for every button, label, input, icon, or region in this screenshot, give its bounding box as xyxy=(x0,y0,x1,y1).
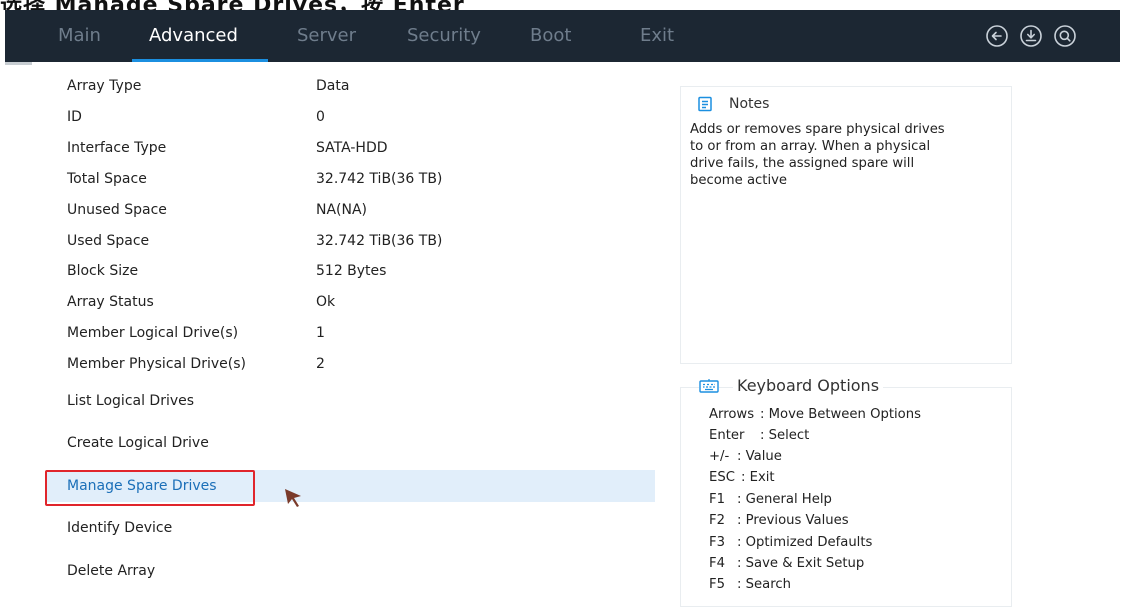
keyboard-option-desc: : Previous Values xyxy=(737,513,849,528)
action-delete-array[interactable]: Delete Array xyxy=(67,560,155,582)
keyboard-option-desc: : Move Between Options xyxy=(760,407,921,422)
scroll-indicator xyxy=(5,62,32,65)
keyboard-option-key: ESC xyxy=(709,470,735,485)
keyboard-option: ESC : Exit xyxy=(709,469,775,487)
keyboard-option-key: F1 xyxy=(709,492,725,507)
value-block-size: 512 Bytes xyxy=(316,263,387,279)
notes-line: become active xyxy=(690,173,788,188)
value-member-logical-drives: 1 xyxy=(316,325,325,341)
keyboard-option: Enter : Select xyxy=(709,427,809,445)
notes-body: Adds or removes spare physical drives to… xyxy=(690,121,990,189)
annotation-highlight-box xyxy=(45,470,255,506)
keyboard-option: F3 : Optimized Defaults xyxy=(709,534,872,552)
label-interface-type: Interface Type xyxy=(67,140,167,156)
label-member-physical-drives: Member Physical Drive(s) xyxy=(67,356,246,372)
label-used-space: Used Space xyxy=(67,233,150,249)
label-total-space: Total Space xyxy=(67,171,147,187)
tab-advanced[interactable]: Advanced xyxy=(149,10,238,62)
active-tab-underline xyxy=(132,59,268,62)
keyboard-option-key: F3 xyxy=(709,535,725,550)
keyboard-option-desc: : Select xyxy=(760,428,810,443)
label-member-logical-drives: Member Logical Drive(s) xyxy=(67,325,239,341)
notes-line: drive fails, the assigned spare will xyxy=(690,156,915,171)
keyboard-option-key: Arrows xyxy=(709,407,755,422)
value-id: 0 xyxy=(316,109,325,125)
label-array-type: Array Type xyxy=(67,78,142,94)
action-create-logical-drive[interactable]: Create Logical Drive xyxy=(67,432,209,454)
tab-main[interactable]: Main xyxy=(58,10,101,62)
clipped-caption-strip: 选择 Manage Spare Drives，按 Enter xyxy=(0,0,1132,10)
label-block-size: Block Size xyxy=(67,263,139,279)
keyboard-option-desc: : General Help xyxy=(737,492,832,507)
tab-exit[interactable]: Exit xyxy=(640,10,674,62)
value-total-space: 32.742 TiB(36 TB) xyxy=(316,171,443,187)
keyboard-option-desc: : Optimized Defaults xyxy=(737,535,873,550)
value-unused-space: NA(NA) xyxy=(316,202,368,218)
download-icon[interactable] xyxy=(1019,24,1043,48)
keyboard-option: F1 : General Help xyxy=(709,491,832,509)
keyboard-option-key: F5 xyxy=(709,577,725,592)
keyboard-option: F2 : Previous Values xyxy=(709,512,849,530)
keyboard-option-key: F4 xyxy=(709,556,725,571)
keyboard-option: F5 : Search xyxy=(709,576,791,594)
menu-bar: Main Advanced Server Security Boot Exit xyxy=(5,10,1120,62)
search-icon[interactable] xyxy=(1053,24,1077,48)
label-id: ID xyxy=(67,109,82,125)
action-identify-device[interactable]: Identify Device xyxy=(67,517,172,539)
keyboard-option-desc: : Search xyxy=(737,577,791,592)
notes-title: Notes xyxy=(729,96,770,112)
keyboard-option-desc: : Save & Exit Setup xyxy=(737,556,865,571)
keyboard-option: F4 : Save & Exit Setup xyxy=(709,555,864,573)
keyboard-options-panel: Keyboard Options Arrows : Move Between O… xyxy=(680,375,1012,607)
clipped-caption: 选择 Manage Spare Drives，按 Enter xyxy=(0,0,465,10)
keyboard-option: Arrows : Move Between Options xyxy=(709,406,921,424)
label-unused-space: Unused Space xyxy=(67,202,167,218)
value-interface-type: SATA-HDD xyxy=(316,140,388,156)
value-used-space: 32.742 TiB(36 TB) xyxy=(316,233,443,249)
value-array-status: Ok xyxy=(316,294,336,310)
keyboard-option-key: +/- xyxy=(709,449,730,464)
keyboard-icon xyxy=(699,378,719,394)
mouse-pointer-icon xyxy=(283,487,305,509)
keyboard-option-key: Enter xyxy=(709,428,745,443)
tab-security[interactable]: Security xyxy=(407,10,481,62)
notes-icon xyxy=(697,96,713,112)
tab-server[interactable]: Server xyxy=(297,10,356,62)
keyboard-option-desc: : Value xyxy=(737,449,782,464)
keyboard-option: +/- : Value xyxy=(709,448,782,466)
keyboard-options-title: Keyboard Options xyxy=(733,375,884,397)
notes-line: to or from an array. When a physical xyxy=(690,139,931,154)
keyboard-option-key: F2 xyxy=(709,513,725,528)
back-arrow-icon[interactable] xyxy=(985,24,1009,48)
value-array-type: Data xyxy=(316,78,350,94)
value-member-physical-drives: 2 xyxy=(316,356,325,372)
label-array-status: Array Status xyxy=(67,294,154,310)
action-list-logical-drives[interactable]: List Logical Drives xyxy=(67,390,194,412)
keyboard-option-desc: : Exit xyxy=(741,470,775,485)
notes-panel: Notes Adds or removes spare physical dri… xyxy=(680,86,1012,364)
notes-line: Adds or removes spare physical drives xyxy=(690,122,945,137)
tab-boot[interactable]: Boot xyxy=(530,10,571,62)
